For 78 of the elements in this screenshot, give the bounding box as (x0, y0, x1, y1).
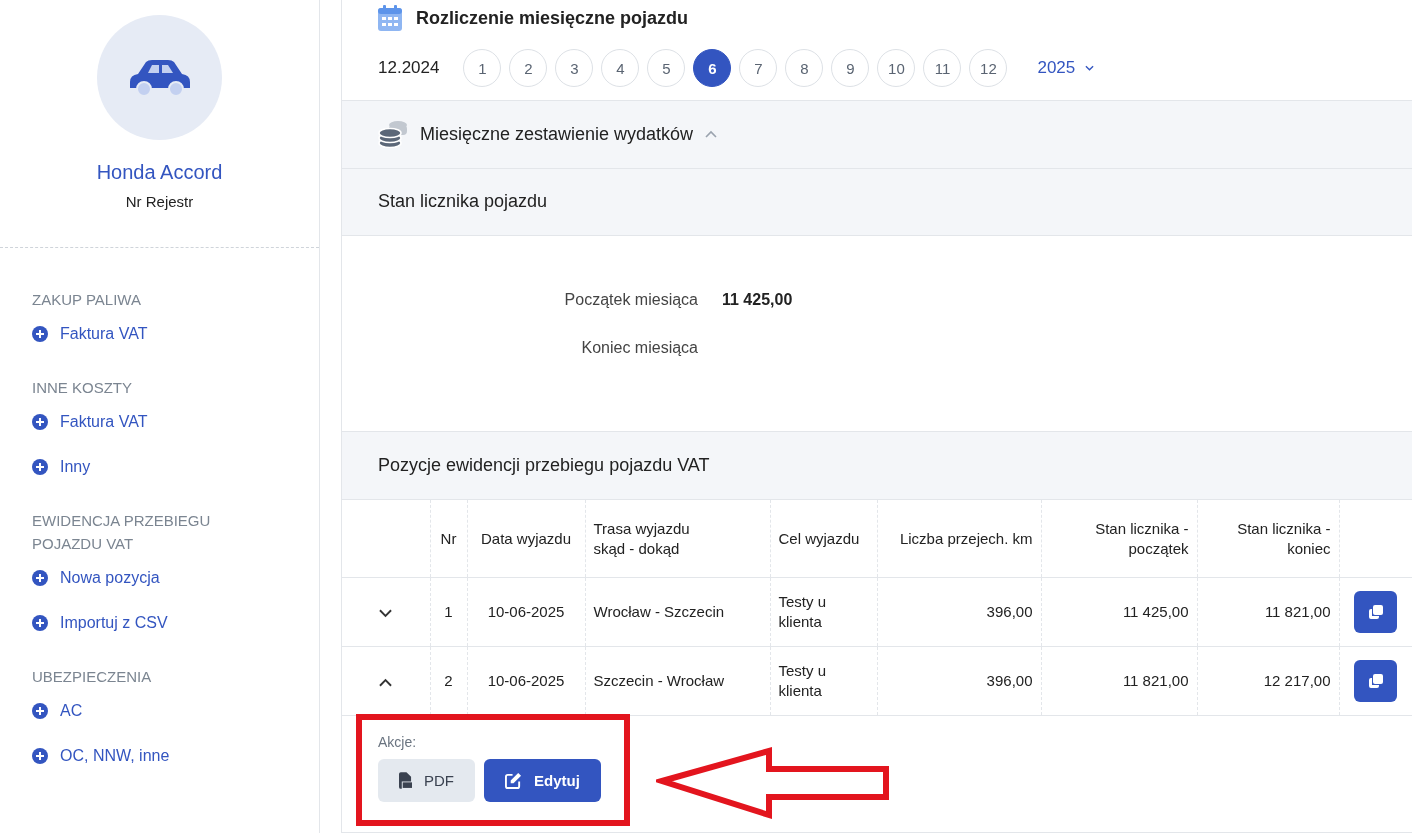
coins-icon (378, 120, 408, 149)
car-icon (127, 57, 192, 98)
copy-button[interactable] (1354, 591, 1398, 633)
add-link[interactable]: Nowa pozycja (32, 555, 319, 600)
pdf-button[interactable]: PDF (378, 759, 475, 802)
table-cell: 10-06-2025 (487, 671, 565, 691)
table-cell: Testy u klienta (778, 661, 827, 701)
add-link[interactable]: Inny (32, 444, 319, 489)
registration-number: Nr Rejestr (125, 193, 194, 210)
month-button[interactable]: 6 (693, 49, 732, 87)
table-cell: Wrocław - Szczecin (593, 602, 725, 622)
copy-icon (1367, 604, 1384, 620)
actions-label: Akcje: (378, 734, 418, 750)
plus-circle-icon (32, 702, 48, 719)
plus-circle-icon (32, 325, 48, 342)
add-link[interactable]: Faktura VAT (32, 399, 319, 444)
edit-button[interactable]: Edytuj (484, 759, 601, 802)
month-button[interactable]: 4 (601, 49, 640, 87)
add-link[interactable]: Faktura VAT (32, 311, 319, 356)
column-header: Data wyjazdu (480, 528, 571, 549)
table-cell: 11 821,00 (1264, 602, 1331, 622)
month-button[interactable]: 9 (831, 49, 870, 87)
section-title: Stan licznika pojazdu (378, 191, 548, 213)
table-cell: 396,00 (986, 671, 1033, 691)
field-value: 11 425,00 (722, 291, 793, 310)
section-title: Miesięczne zestawienie wydatków (420, 123, 694, 145)
chevron-icon[interactable] (379, 677, 393, 687)
column-header: Liczba przejech. km (899, 528, 1033, 549)
column-header: Stan licznika - początek (1095, 518, 1189, 559)
table-cell: 10-06-2025 (487, 602, 565, 622)
table-cell: 396,00 (986, 602, 1033, 622)
month-button[interactable]: 11 (923, 49, 962, 87)
column-header: Stan licznika - koniec (1237, 518, 1331, 559)
plus-circle-icon (32, 614, 48, 631)
add-link[interactable]: AC (32, 688, 319, 733)
year-dropdown[interactable]: 2025 (1031, 57, 1101, 79)
plus-circle-icon (32, 569, 48, 586)
field-label: Początek miesiąca (563, 291, 698, 310)
month-button[interactable]: 1 (463, 49, 502, 87)
copy-button[interactable] (1354, 660, 1398, 702)
month-button[interactable]: 8 (785, 49, 824, 87)
plus-circle-icon (32, 458, 48, 475)
table-cell: 12 217,00 (1263, 671, 1331, 691)
copy-icon (1367, 673, 1384, 689)
edit-icon (505, 772, 522, 789)
table-cell: 11 425,00 (1122, 602, 1189, 622)
section-title: Pozycje ewidencji przebiegu pojazdu VAT (378, 455, 710, 477)
group-heading: EWIDENCJA PRZEBIEGU POJAZDU VAT (32, 511, 212, 554)
chevron-icon[interactable] (379, 608, 393, 618)
month-button[interactable]: 2 (509, 49, 548, 87)
month-button[interactable]: 10 (877, 49, 916, 87)
calendar-icon (378, 5, 402, 31)
group-heading: ZAKUP PALIWA (32, 290, 142, 310)
month-button[interactable]: 7 (739, 49, 778, 87)
column-header: Nr (440, 528, 457, 549)
add-link[interactable]: Importuj z CSV (32, 600, 319, 645)
table-cell: Testy u klienta (778, 592, 827, 632)
table-cell: Szczecin - Wrocław (593, 671, 725, 691)
column-header: Cel wyjazdu (778, 528, 860, 549)
table-cell: 1 (444, 602, 453, 622)
table-cell: 2 (444, 671, 453, 691)
field-label: Koniec miesiąca (580, 339, 698, 358)
plus-circle-icon (32, 747, 48, 764)
vehicle-name: Honda Accord (96, 161, 223, 184)
group-heading: UBEZPIECZENIA (32, 667, 153, 687)
plus-circle-icon (32, 413, 48, 430)
month-button[interactable]: 3 (555, 49, 594, 87)
month-button[interactable]: 12 (969, 49, 1008, 87)
section-header[interactable]: Miesięczne zestawienie wydatków (342, 100, 1412, 169)
add-link[interactable]: OC, NNW, inne (32, 733, 319, 778)
file-icon (399, 772, 412, 789)
group-heading: INNE KOSZTY (32, 378, 133, 398)
chevron-down-icon (1085, 65, 1095, 71)
previous-period-link[interactable]: 12.2024 (378, 58, 440, 78)
month-button[interactable]: 5 (647, 49, 686, 87)
page-title: Rozliczenie miesięczne pojazdu (416, 7, 689, 29)
table-cell: 11 821,00 (1122, 671, 1189, 691)
column-header: Trasa wyjazdu skąd - dokąd (593, 518, 690, 559)
